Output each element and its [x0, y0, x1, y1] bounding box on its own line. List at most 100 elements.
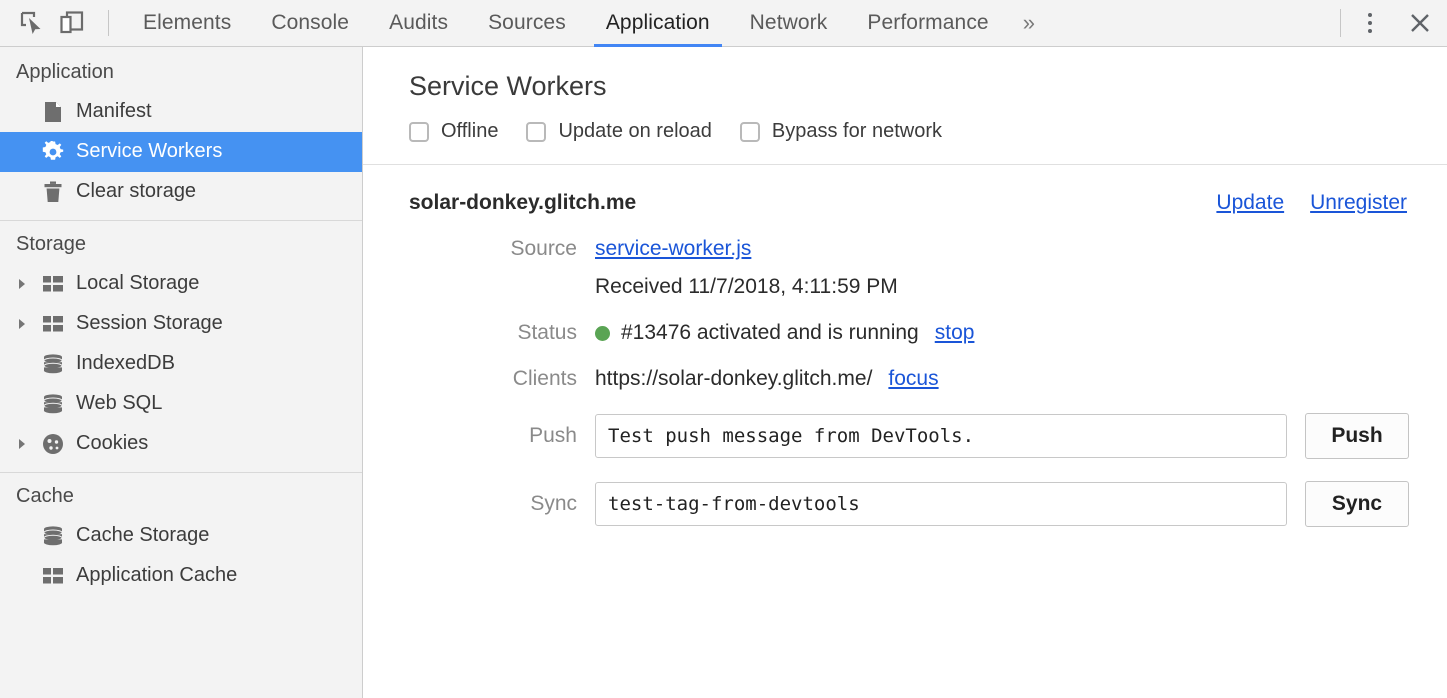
sync-button[interactable]: Sync [1305, 481, 1409, 527]
devtools-body: Application Manifest [0, 47, 1447, 698]
registration-actions: Update Unregister [1216, 191, 1407, 215]
sidebar-item-cache-storage[interactable]: Cache Storage [0, 516, 362, 556]
registration-origin: solar-donkey.glitch.me [409, 191, 1216, 215]
status-value: #13476 activated and is running stop [595, 321, 974, 345]
checkbox-label: Update on reload [558, 120, 711, 143]
offline-checkbox[interactable]: Offline [409, 120, 498, 143]
focus-button[interactable]: focus [888, 367, 938, 391]
manifest-file-icon [38, 101, 68, 123]
row-spacer [409, 275, 595, 299]
sidebar-divider [0, 220, 362, 221]
toolbar-divider-right [1340, 9, 1341, 37]
bypass-for-network-checkbox[interactable]: Bypass for network [740, 120, 942, 143]
source-received-text: Received 11/7/2018, 4:11:59 PM [595, 275, 898, 299]
client-url: https://solar-donkey.glitch.me/ [595, 367, 872, 391]
device-toolbar-icon[interactable] [52, 3, 92, 43]
trash-icon [38, 181, 68, 203]
tab-label: Network [750, 11, 828, 35]
service-workers-panel: Service Workers Offline Update on reload… [363, 47, 1447, 698]
chevron-right-icon[interactable] [16, 318, 38, 330]
sidebar-item-session-storage[interactable]: Session Storage [0, 304, 362, 344]
inspect-cursor-icon[interactable] [12, 3, 52, 43]
database-icon [38, 394, 68, 414]
tab-label: Sources [488, 11, 566, 35]
sidebar-divider [0, 472, 362, 473]
source-file-link[interactable]: service-worker.js [595, 237, 751, 261]
unregister-button[interactable]: Unregister [1310, 191, 1407, 215]
clients-label: Clients [409, 367, 595, 391]
sidebar-item-label: IndexedDB [76, 353, 175, 375]
sidebar-item-label: Service Workers [76, 141, 222, 163]
tab-label: Audits [389, 11, 448, 35]
checkbox-label: Bypass for network [772, 120, 942, 143]
clients-value: https://solar-donkey.glitch.me/ focus [595, 367, 939, 391]
more-tabs-chevron-icon[interactable]: » [1009, 0, 1051, 47]
sync-input[interactable] [595, 482, 1287, 526]
status-label: Status [409, 321, 595, 345]
sidebar-item-application-cache[interactable]: Application Cache [0, 556, 362, 596]
sidebar-item-indexeddb[interactable]: IndexedDB [0, 344, 362, 384]
sidebar-item-label: Session Storage [76, 313, 223, 335]
sidebar-section-storage-title: Storage [0, 225, 362, 264]
page-title: Service Workers [363, 47, 1447, 102]
tab-elements[interactable]: Elements [123, 0, 251, 47]
stop-button[interactable]: stop [935, 321, 975, 345]
toolbar-right-actions [1334, 0, 1447, 47]
checkbox-box[interactable] [740, 122, 760, 142]
sidebar-item-service-workers[interactable]: Service Workers [0, 132, 362, 172]
panel-tabs: Elements Console Audits Sources Applicat… [123, 0, 1051, 47]
devtools-window: Elements Console Audits Sources Applicat… [0, 0, 1447, 698]
more-options-icon[interactable] [1347, 0, 1393, 46]
checkbox-box[interactable] [526, 122, 546, 142]
service-worker-options: Offline Update on reload Bypass for netw… [363, 102, 1447, 143]
registration-header: solar-donkey.glitch.me Update Unregister [363, 191, 1447, 215]
chevron-right-icon[interactable] [16, 438, 38, 450]
source-value: service-worker.js [595, 237, 751, 261]
tab-console[interactable]: Console [251, 0, 369, 47]
checkbox-box[interactable] [409, 122, 429, 142]
push-label: Push [409, 424, 595, 448]
tab-performance[interactable]: Performance [847, 0, 1008, 47]
tab-network[interactable]: Network [730, 0, 848, 47]
status-indicator-icon [595, 326, 610, 341]
checkbox-label: Offline [441, 120, 498, 143]
sidebar-item-local-storage[interactable]: Local Storage [0, 264, 362, 304]
close-icon[interactable] [1393, 0, 1447, 46]
sidebar-item-clear-storage[interactable]: Clear storage [0, 172, 362, 212]
toolbar-divider [108, 10, 109, 36]
table-icon [38, 567, 68, 585]
tab-sources[interactable]: Sources [468, 0, 586, 47]
chevron-right-icon[interactable] [16, 278, 38, 290]
sidebar-section-application-title: Application [0, 53, 362, 92]
tab-label: Application [606, 11, 710, 35]
sidebar-item-label: Application Cache [76, 565, 237, 587]
table-icon [38, 275, 68, 293]
gear-icon [38, 141, 68, 163]
tab-application[interactable]: Application [586, 0, 730, 47]
tab-audits[interactable]: Audits [369, 0, 468, 47]
status-row: Status #13476 activated and is running s… [363, 321, 1447, 345]
tab-label: Elements [143, 11, 231, 35]
sidebar-item-manifest[interactable]: Manifest [0, 92, 362, 132]
source-received-row: Received 11/7/2018, 4:11:59 PM [363, 275, 1447, 299]
sync-row: Sync Sync [363, 481, 1447, 527]
push-input[interactable] [595, 414, 1287, 458]
status-text: #13476 activated and is running [621, 321, 919, 345]
source-label: Source [409, 237, 595, 261]
update-button[interactable]: Update [1216, 191, 1284, 215]
more-tabs-label: » [1023, 10, 1033, 36]
database-icon [38, 526, 68, 546]
cookie-icon [38, 433, 68, 455]
application-sidebar: Application Manifest [0, 47, 363, 698]
clients-row: Clients https://solar-donkey.glitch.me/ … [363, 367, 1447, 391]
sidebar-item-label: Clear storage [76, 181, 196, 203]
tab-label: Console [271, 11, 349, 35]
update-on-reload-checkbox[interactable]: Update on reload [526, 120, 711, 143]
push-button[interactable]: Push [1305, 413, 1409, 459]
sidebar-item-web-sql[interactable]: Web SQL [0, 384, 362, 424]
tab-label: Performance [867, 11, 988, 35]
sidebar-item-cookies[interactable]: Cookies [0, 424, 362, 464]
sidebar-item-label: Manifest [76, 101, 152, 123]
service-worker-registration: solar-donkey.glitch.me Update Unregister… [363, 165, 1447, 527]
database-icon [38, 354, 68, 374]
